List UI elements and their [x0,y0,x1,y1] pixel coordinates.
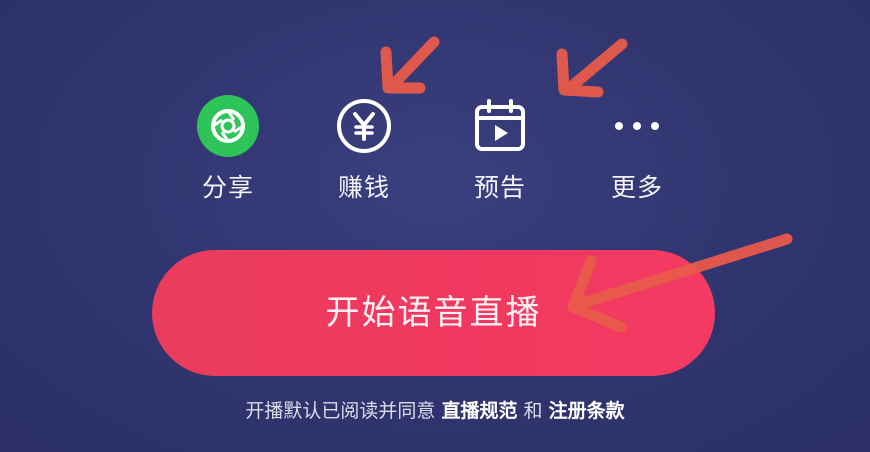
more-action[interactable]: 更多 [582,95,692,205]
share-action[interactable]: 分享 [173,95,283,205]
red-arrow-preview [556,38,628,98]
start-voice-live-button[interactable]: 开始语音直播 [152,250,715,376]
preview-action[interactable]: 预告 [445,95,555,205]
agreement-text: 开播默认已阅读并同意 直播规范 和 注册条款 [0,398,870,424]
calendar-play-icon [475,99,525,151]
share-camera-icon [197,95,259,157]
earn-label: 赚钱 [337,173,390,202]
live-rules-link[interactable]: 直播规范 [441,400,517,422]
red-arrow-earn [380,36,440,94]
more-label: 更多 [610,173,663,202]
registration-terms-link[interactable]: 注册条款 [549,400,625,422]
preview-label: 预告 [473,173,526,202]
earn-action[interactable]: 赚钱 [309,95,419,205]
more-dots-icon [615,122,659,130]
share-label: 分享 [201,173,254,202]
action-bar: 分享 赚钱 预告 更多 [0,95,870,215]
agreement-prefix: 开播默认已阅读并同意 [245,400,442,422]
agreement-conjunction: 和 [517,400,549,422]
yuan-coin-icon [337,99,391,153]
